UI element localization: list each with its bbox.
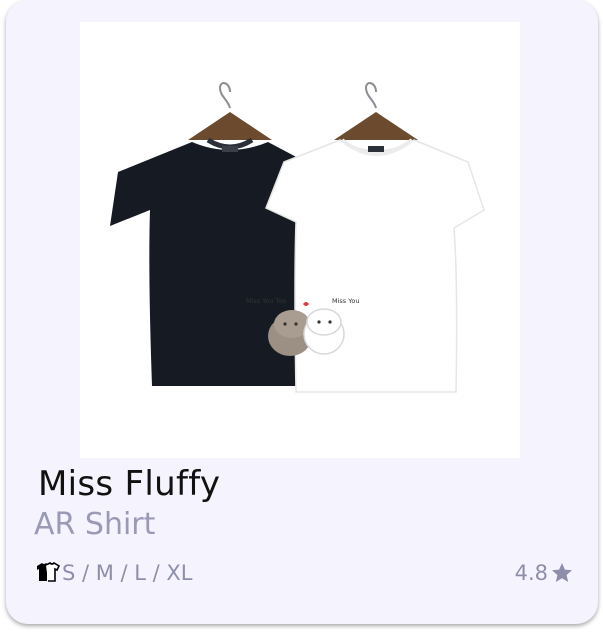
sizes-info: S / M / L / XL (34, 561, 193, 585)
black-shirt (110, 137, 302, 386)
product-title: Miss Fluffy (38, 464, 221, 504)
rating-value: 4.8 (514, 561, 548, 585)
star-icon (552, 563, 572, 582)
hanger-left-bar (188, 112, 272, 140)
product-card[interactable]: Miss You Too Miss You Miss Fluffy AR Shi… (6, 0, 598, 624)
hanger-right-bar (334, 112, 418, 140)
caption-right: Miss You (332, 297, 359, 305)
hanger-left-icon (218, 82, 231, 109)
product-photo: Miss You Too Miss You (110, 82, 485, 393)
product-category: AR Shirt (34, 507, 156, 542)
shirt-icon (37, 561, 60, 582)
sizes-label: S / M / L / XL (62, 561, 193, 585)
hanger-right-icon (364, 82, 377, 109)
product-meta-row: S / M / L / XL 4.8 (34, 558, 574, 590)
product-image[interactable]: Miss You Too Miss You (80, 22, 520, 458)
caption-left: Miss You Too (246, 297, 286, 305)
rating-info: 4.8 (515, 561, 574, 585)
